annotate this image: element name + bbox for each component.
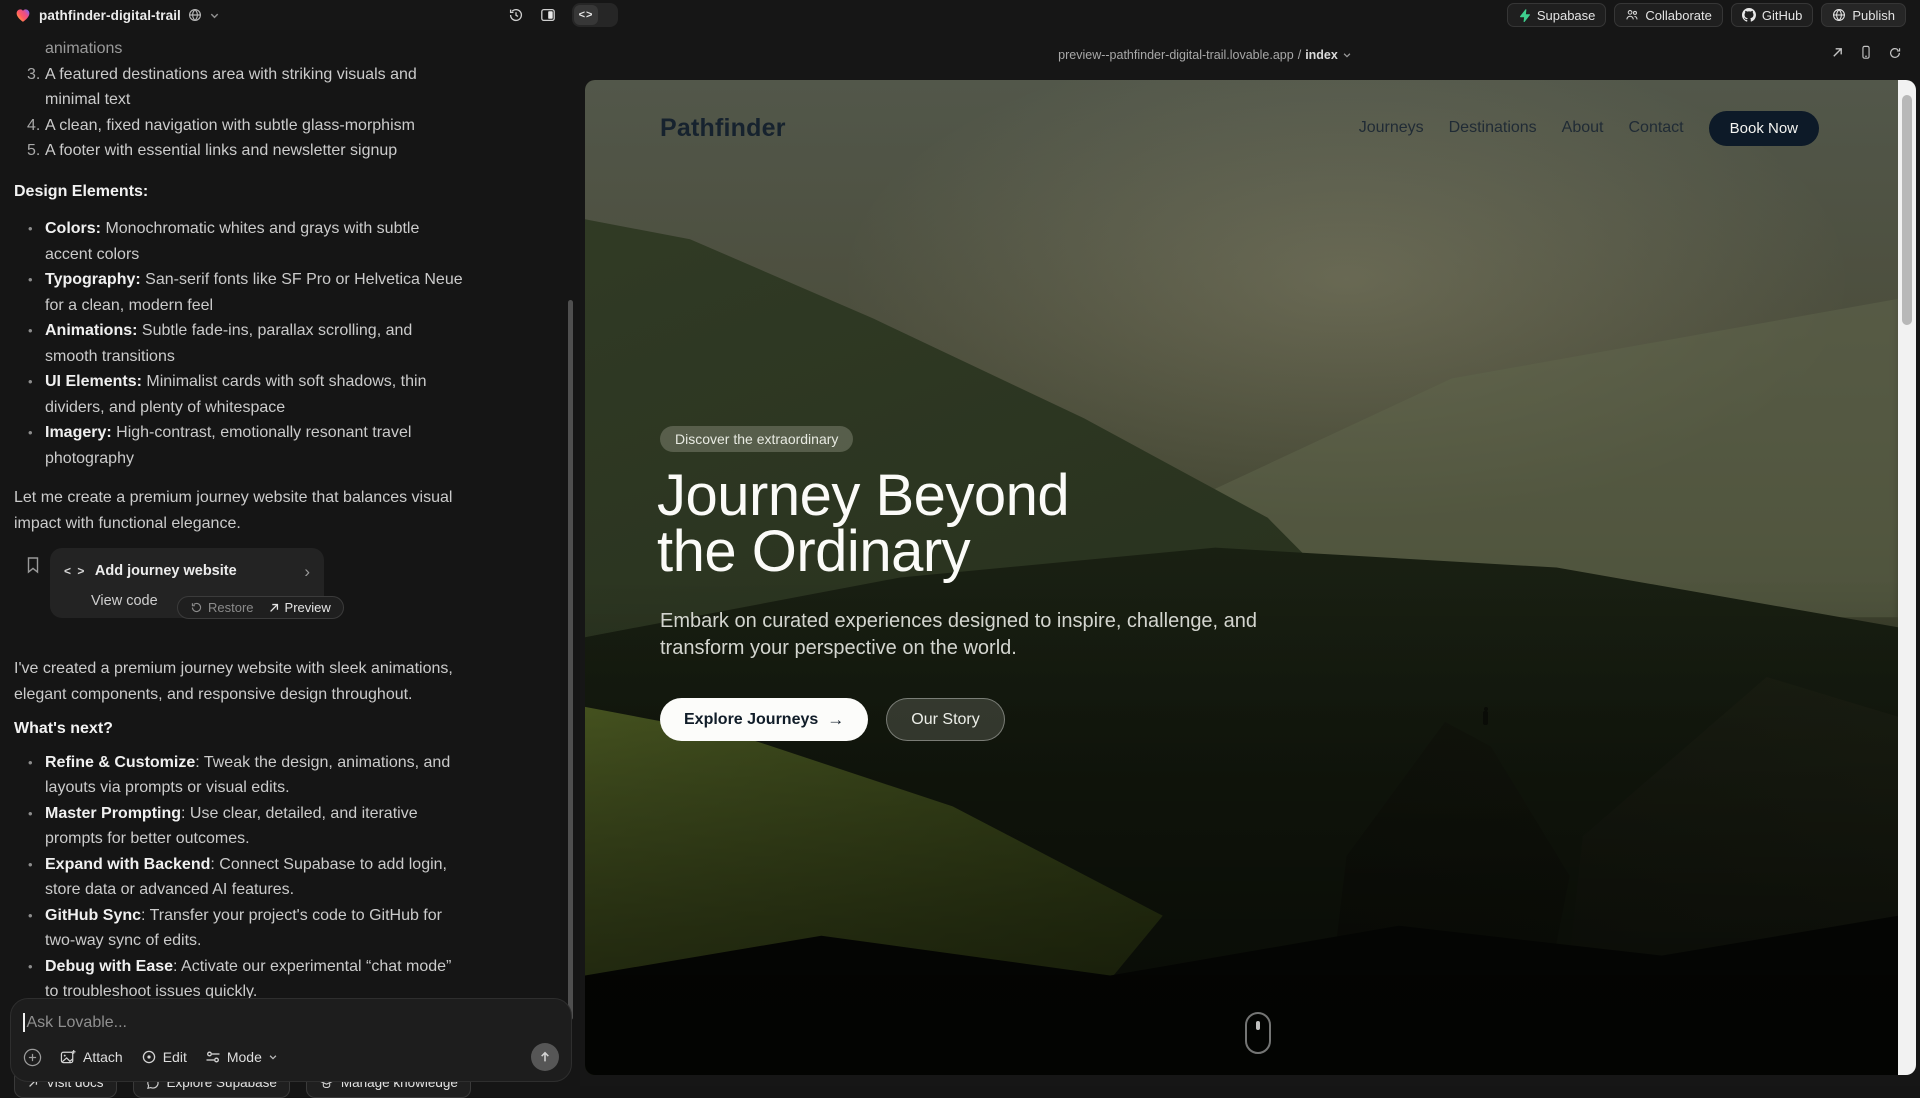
nav-link-journeys[interactable]: Journeys bbox=[1359, 119, 1424, 137]
code-card-title: Add journey website bbox=[95, 559, 295, 585]
bullet-item: •Expand with Backend: Connect Supabase t… bbox=[14, 852, 464, 903]
attach-button[interactable]: Attach bbox=[60, 1049, 123, 1065]
publish-button[interactable]: Publish bbox=[1821, 3, 1906, 27]
chevron-right-icon: › bbox=[304, 563, 310, 580]
text-cursor bbox=[23, 1013, 25, 1032]
hero-badge: Discover the extraordinary bbox=[660, 426, 853, 452]
chat-composer[interactable]: Ask Lovable... Attach Edit bbox=[10, 998, 572, 1082]
arrow-up-right-icon bbox=[268, 602, 280, 614]
lovable-heart-logo[interactable] bbox=[14, 6, 32, 24]
bullet-item: •Debug with Ease: Activate our experimen… bbox=[14, 954, 464, 1005]
globe-icon bbox=[188, 8, 202, 22]
site-logo[interactable]: Pathfinder bbox=[660, 114, 786, 143]
github-button[interactable]: GitHub bbox=[1731, 3, 1813, 27]
scroll-indicator bbox=[1245, 1012, 1271, 1054]
bullet-item: •Imagery: High-contrast, emotionally res… bbox=[14, 420, 464, 471]
chat-scrollbar[interactable] bbox=[568, 300, 573, 1020]
code-icon: < > bbox=[64, 559, 86, 585]
bullet-item: •Master Prompting: Use clear, detailed, … bbox=[14, 801, 464, 852]
preview-scrollbar-thumb[interactable] bbox=[1902, 95, 1912, 325]
list-item: 5.A footer with essential links and news… bbox=[14, 138, 464, 164]
nav-link-destinations[interactable]: Destinations bbox=[1449, 119, 1537, 137]
plus-circle-icon bbox=[23, 1048, 42, 1067]
code-icon: <> bbox=[574, 5, 598, 25]
wrapped-line: animations bbox=[45, 36, 464, 62]
code-card-row: < > Add journey website › View code Rest… bbox=[14, 548, 464, 626]
bookmark-icon[interactable] bbox=[25, 556, 41, 583]
mode-selector[interactable]: Mode bbox=[205, 1049, 278, 1065]
arrow-right-icon: → bbox=[827, 710, 844, 730]
add-button[interactable] bbox=[23, 1048, 42, 1067]
collaborate-button[interactable]: Collaborate bbox=[1614, 3, 1723, 27]
nav-link-about[interactable]: About bbox=[1562, 119, 1604, 137]
bullet-item: •Typography: San-serif fonts like SF Pro… bbox=[14, 267, 464, 318]
mobile-view-icon[interactable] bbox=[1859, 45, 1873, 65]
preview-page[interactable]: index bbox=[1305, 48, 1338, 62]
site-preview-frame: Pathfinder Journeys Destinations About C… bbox=[585, 80, 1916, 1075]
paragraph: Let me create a premium journey website … bbox=[14, 485, 464, 536]
hiker-silhouette bbox=[1483, 711, 1488, 725]
bullet-item: •Animations: Subtle fade-ins, parallax s… bbox=[14, 318, 464, 369]
chevron-down-icon[interactable] bbox=[1342, 50, 1352, 60]
hero-heading: Journey Beyondthe Ordinary bbox=[657, 468, 1069, 580]
arrow-up-icon bbox=[538, 1050, 552, 1064]
edit-button[interactable]: Edit bbox=[141, 1049, 187, 1065]
sliders-icon bbox=[205, 1050, 221, 1064]
bullet-item: •UI Elements: Minimalist cards with soft… bbox=[14, 369, 464, 420]
bullet-item: •GitHub Sync: Transfer your project's co… bbox=[14, 903, 464, 954]
preview-url[interactable]: preview--pathfinder-digital-trail.lovabl… bbox=[1058, 48, 1294, 62]
app-top-bar: pathfinder-digital-trail <> Supabase bbox=[0, 0, 1920, 30]
restore-icon bbox=[190, 601, 203, 614]
our-story-button[interactable]: Our Story bbox=[886, 698, 1004, 741]
chat-message: animations 3.A featured destinations are… bbox=[0, 30, 464, 1098]
preview-url-bar: preview--pathfinder-digital-trail.lovabl… bbox=[580, 30, 1920, 80]
explore-journeys-button[interactable]: Explore Journeys → bbox=[660, 698, 868, 741]
nav-link-contact[interactable]: Contact bbox=[1628, 119, 1683, 137]
hero-subtitle: Embark on curated experiences designed t… bbox=[660, 608, 1257, 662]
book-now-button[interactable]: Book Now bbox=[1709, 111, 1819, 146]
site-nav: Pathfinder Journeys Destinations About C… bbox=[585, 80, 1898, 176]
chevron-down-icon[interactable] bbox=[209, 10, 220, 21]
restore-button[interactable]: Restore bbox=[190, 600, 254, 615]
bullet-item: •Colors: Monochromatic whites and grays … bbox=[14, 216, 464, 267]
design-elements-heading: Design Elements: bbox=[14, 179, 464, 205]
open-external-icon[interactable] bbox=[1831, 46, 1844, 64]
restore-preview-pill: Restore Preview bbox=[177, 596, 344, 619]
attach-image-icon bbox=[60, 1049, 77, 1065]
hero-section: Pathfinder Journeys Destinations About C… bbox=[585, 80, 1898, 1075]
preview-panel: preview--pathfinder-digital-trail.lovabl… bbox=[580, 30, 1920, 1086]
refresh-icon[interactable] bbox=[1888, 46, 1902, 65]
publish-globe-icon bbox=[1832, 8, 1846, 22]
chat-panel: animations 3.A featured destinations are… bbox=[0, 30, 580, 1086]
people-icon bbox=[1625, 8, 1639, 22]
bullet-item: •Refine & Customize: Tweak the design, a… bbox=[14, 750, 464, 801]
supabase-button[interactable]: Supabase bbox=[1507, 3, 1607, 27]
project-name[interactable]: pathfinder-digital-trail bbox=[39, 8, 181, 23]
chat-input[interactable]: Ask Lovable... bbox=[27, 1014, 128, 1032]
list-item: 4.A clean, fixed navigation with subtle … bbox=[14, 113, 464, 139]
preview-scrollbar-track[interactable] bbox=[1898, 80, 1916, 1075]
code-view-toggle[interactable]: <> bbox=[572, 3, 618, 27]
supabase-bolt-icon bbox=[1518, 9, 1531, 22]
github-icon bbox=[1742, 8, 1756, 22]
list-item: 3.A featured destinations area with stri… bbox=[14, 62, 464, 113]
send-button[interactable] bbox=[531, 1043, 559, 1071]
sidebar-panel-icon[interactable] bbox=[540, 7, 556, 23]
select-target-icon bbox=[141, 1049, 157, 1065]
paragraph: I've created a premium journey website w… bbox=[14, 656, 464, 707]
chevron-down-icon bbox=[268, 1052, 278, 1062]
whats-next-heading: What's next? bbox=[14, 716, 464, 742]
preview-button[interactable]: Preview bbox=[268, 600, 331, 615]
history-icon[interactable] bbox=[508, 7, 524, 23]
